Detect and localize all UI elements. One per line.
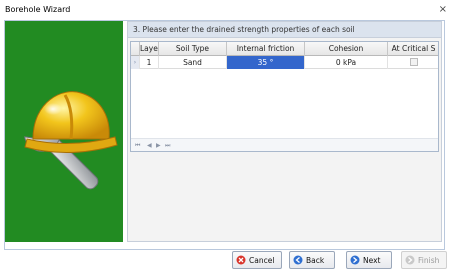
nav-first-button[interactable]: ⏮ <box>135 142 141 150</box>
finish-icon <box>405 255 415 265</box>
grid-header-row: Layer Soil Type Internal friction Cohesi… <box>131 42 438 56</box>
cell-internal-friction[interactable]: 35 ° <box>227 56 305 69</box>
nav-prev-button[interactable]: ◀ <box>147 142 152 149</box>
column-header-cohesion[interactable]: Cohesion <box>305 42 388 56</box>
next-button[interactable]: Next <box>346 251 392 269</box>
hardhat-wrench-icon <box>24 91 118 190</box>
next-arrow-icon <box>350 255 360 265</box>
finish-button[interactable]: Finish <box>401 251 447 269</box>
grid-navigator: ⏮ ◀ ▶ ⏭ <box>131 138 438 151</box>
cell-at-critical[interactable] <box>388 56 438 69</box>
cell-layer[interactable]: 1 <box>140 56 159 69</box>
column-header-internal-friction[interactable]: Internal friction <box>227 42 305 56</box>
at-critical-checkbox[interactable] <box>409 58 418 66</box>
column-header-layer[interactable]: Layer <box>140 42 159 56</box>
back-label: Back <box>306 255 325 265</box>
cancel-icon <box>236 255 246 265</box>
cell-soil-type[interactable]: Sand <box>159 56 227 69</box>
row-header-corner <box>131 42 140 56</box>
back-button[interactable]: Back <box>289 251 335 269</box>
table-row[interactable]: › 1 Sand 35 ° 0 kPa <box>131 56 438 69</box>
finish-label: Finish <box>418 255 440 265</box>
wizard-content: 3. Please enter the drained strength pro… <box>127 21 442 242</box>
row-indicator[interactable]: › <box>131 56 140 69</box>
window-title: Borehole Wizard <box>5 5 71 14</box>
column-header-at-critical[interactable]: At Critical S <box>388 42 438 56</box>
close-icon[interactable]: × <box>439 4 447 15</box>
back-arrow-icon <box>293 255 303 265</box>
cancel-button[interactable]: Cancel <box>232 251 282 269</box>
nav-next-button[interactable]: ▶ <box>156 142 161 149</box>
cancel-label: Cancel <box>249 255 275 265</box>
soil-properties-grid: Layer Soil Type Internal friction Cohesi… <box>130 41 439 152</box>
cell-cohesion[interactable]: 0 kPa <box>305 56 388 69</box>
step-instruction: 3. Please enter the drained strength pro… <box>128 22 441 38</box>
wizard-footer: Cancel Back Next Finish <box>0 250 449 270</box>
title-bar: Borehole Wizard × <box>0 0 449 20</box>
column-header-soil-type[interactable]: Soil Type <box>159 42 227 56</box>
wizard-side-panel <box>5 21 123 242</box>
borehole-wizard-window: Borehole Wizard × 3. Please enter the dr… <box>0 0 449 270</box>
next-label: Next <box>363 255 381 265</box>
nav-last-button[interactable]: ⏭ <box>165 142 171 150</box>
